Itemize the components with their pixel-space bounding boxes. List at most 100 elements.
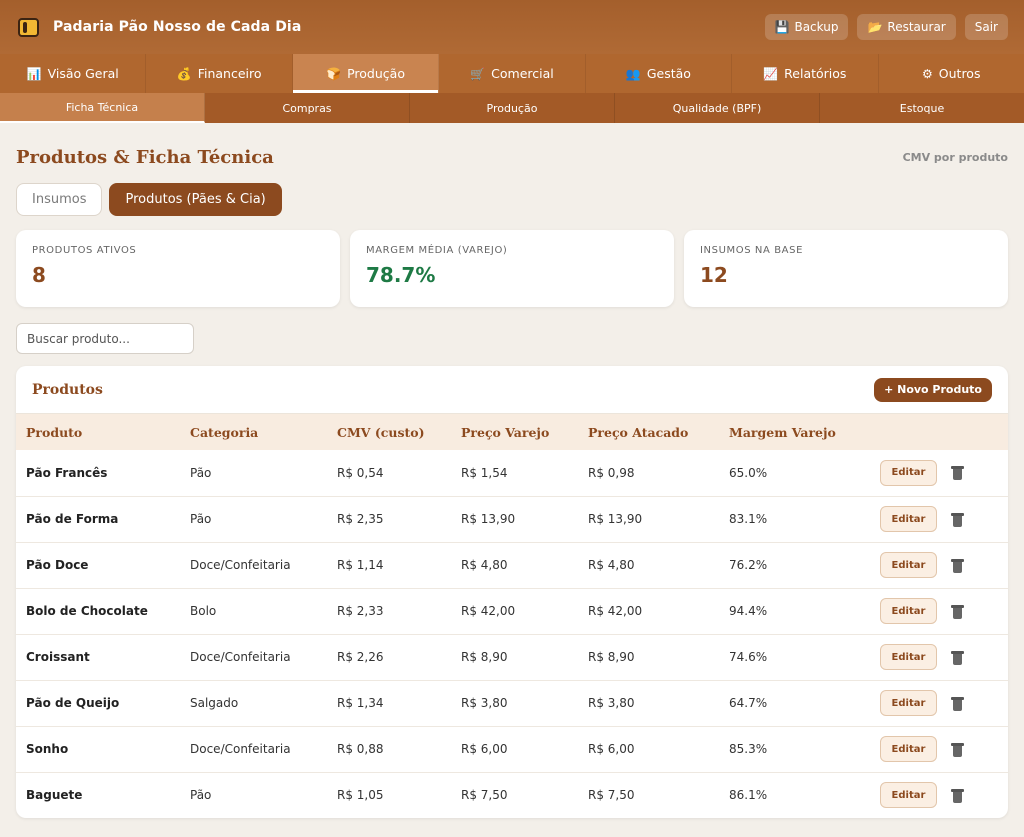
- logout-label: Sair: [974, 20, 998, 34]
- nav-tab-label: Relatórios: [784, 66, 847, 81]
- cell-categoria: Pão: [190, 788, 212, 803]
- cell-actions: Editar: [857, 588, 1008, 634]
- stat-card-margem-media: Margem Média (Varejo) 78.7%: [350, 230, 674, 307]
- cell-produto: Baguete: [26, 788, 83, 803]
- trend-chart-icon: 📈: [763, 66, 779, 81]
- cell-cmv: R$ 0,88: [337, 742, 384, 756]
- new-product-button[interactable]: + Novo Produto: [874, 377, 992, 402]
- cell-preco-varejo: R$ 3,80: [461, 696, 508, 710]
- cell-preco-atacado: R$ 8,90: [588, 650, 635, 664]
- edit-button[interactable]: Editar: [880, 506, 937, 532]
- search-input[interactable]: [16, 323, 194, 354]
- backup-button[interactable]: 💾 Backup: [764, 14, 849, 40]
- table-row: Croissant Doce/Confeitaria R$ 2,26 R$ 8,…: [16, 634, 1008, 680]
- edit-button[interactable]: Editar: [880, 736, 937, 762]
- table-row: Baguete Pão R$ 1,05 R$ 7,50 R$ 7,50 86.1…: [16, 772, 1008, 818]
- nav-tab-financeiro[interactable]: 💰 Financeiro: [146, 54, 293, 93]
- subtab-estoque[interactable]: Estoque: [820, 93, 1024, 123]
- cell-produto: Pão de Queijo: [26, 696, 120, 710]
- cell-categoria: Pão: [190, 512, 212, 526]
- nav-tab-label: Comercial: [491, 66, 554, 81]
- nav-tab-label: Produção: [347, 66, 405, 81]
- folder-icon: 📂: [867, 20, 883, 34]
- cell-produto: Croissant: [26, 650, 90, 664]
- trash-icon[interactable]: [951, 788, 964, 803]
- stat-value: 78.7%: [366, 263, 436, 287]
- edit-button[interactable]: Editar: [880, 459, 937, 486]
- cell-preco-varejo: R$ 8,90: [461, 650, 508, 664]
- cell-actions: Editar: [857, 680, 1008, 726]
- edit-button[interactable]: Editar: [880, 552, 937, 578]
- column-header-preco-varejo: Preço Varejo: [461, 424, 550, 440]
- money-bag-icon: 💰: [176, 66, 192, 81]
- table-row: Sonho Doce/Confeitaria R$ 0,88 R$ 6,00 R…: [16, 726, 1008, 772]
- subtab-ficha-tecnica[interactable]: Ficha Técnica: [0, 93, 205, 123]
- trash-icon[interactable]: [951, 650, 964, 665]
- bread-icon: [18, 17, 39, 37]
- cell-preco-varejo: R$ 7,50: [461, 788, 508, 803]
- trash-icon[interactable]: [951, 558, 964, 573]
- page-header: Produtos & Ficha Técnica CMV por produto: [16, 145, 1008, 169]
- stat-label: Insumos na Base: [700, 245, 803, 256]
- cell-produto: Pão Francês: [26, 465, 108, 480]
- cell-actions: Editar: [857, 450, 1008, 496]
- cell-preco-varejo: R$ 13,90: [461, 512, 516, 526]
- nav-tab-label: Financeiro: [197, 66, 262, 81]
- subtab-compras[interactable]: Compras: [205, 93, 410, 123]
- cell-preco-atacado: R$ 3,80: [588, 696, 635, 710]
- cell-preco-varejo: R$ 1,54: [461, 465, 508, 480]
- trash-icon[interactable]: [951, 512, 964, 527]
- page-title: Produtos & Ficha Técnica: [16, 146, 274, 168]
- nav-tab-gestao[interactable]: 👥 Gestão: [586, 54, 733, 93]
- edit-button[interactable]: Editar: [880, 782, 937, 809]
- cell-produto: Pão de Forma: [26, 512, 119, 526]
- people-icon: 👥: [625, 66, 641, 81]
- insumos-toggle-button[interactable]: Insumos: [16, 183, 103, 216]
- cell-produto: Pão Doce: [26, 558, 89, 572]
- nav-tab-comercial[interactable]: 🛒 Comercial: [439, 54, 586, 93]
- trash-icon[interactable]: [951, 604, 964, 619]
- restore-button[interactable]: 📂 Restaurar: [857, 14, 956, 40]
- edit-button[interactable]: Editar: [880, 690, 937, 716]
- cell-preco-atacado: R$ 0,98: [588, 465, 635, 480]
- page-meta: CMV por produto: [902, 150, 1008, 164]
- floppy-disk-icon: 💾: [774, 20, 790, 34]
- nav-tab-visao-geral[interactable]: 📊 Visão Geral: [0, 54, 147, 93]
- cell-cmv: R$ 1,34: [337, 696, 384, 710]
- trash-icon[interactable]: [951, 742, 964, 757]
- logout-button[interactable]: Sair: [964, 14, 1008, 40]
- cell-margem-varejo: 86.1%: [729, 788, 768, 803]
- cell-categoria: Salgado: [190, 696, 239, 710]
- trash-icon[interactable]: [951, 465, 964, 481]
- nav-tab-outros[interactable]: ⚙ Outros: [879, 54, 1024, 93]
- produtos-toggle-button[interactable]: Produtos (Pães & Cia): [109, 183, 282, 216]
- gear-icon: ⚙: [922, 66, 933, 81]
- edit-button[interactable]: Editar: [880, 598, 937, 624]
- subtab-qualidade[interactable]: Qualidade (BPF): [615, 93, 820, 123]
- cell-margem-varejo: 76.2%: [729, 558, 768, 572]
- nav-tab-label: Outros: [938, 66, 981, 81]
- cell-cmv: R$ 1,14: [337, 558, 384, 572]
- table-header-row: Produto Categoria CMV (custo) Preço Vare…: [16, 414, 1008, 450]
- trash-icon[interactable]: [951, 696, 964, 711]
- nav-tab-producao[interactable]: 🍞 Produção: [292, 54, 440, 93]
- cell-categoria: Doce/Confeitaria: [190, 742, 291, 756]
- cell-preco-atacado: R$ 42,00: [588, 604, 643, 618]
- column-header-margem-varejo: Margem Varejo: [729, 424, 836, 440]
- products-panel: Produtos + Novo Produto Produto Categori…: [16, 366, 1008, 818]
- subtab-producao[interactable]: Produção: [410, 93, 615, 123]
- cell-categoria: Doce/Confeitaria: [190, 650, 291, 664]
- cell-categoria: Bolo: [190, 604, 217, 618]
- restore-label: Restaurar: [887, 20, 946, 34]
- stat-card-produtos-ativos: Produtos Ativos 8: [16, 230, 340, 307]
- edit-button[interactable]: Editar: [880, 644, 937, 670]
- app-header: Padaria Pão Nosso de Cada Dia 💾 Backup 📂…: [0, 0, 1024, 54]
- cell-produto: Sonho: [26, 742, 69, 756]
- cell-preco-varejo: R$ 6,00: [461, 742, 508, 756]
- stat-label: Margem Média (Varejo): [366, 245, 508, 256]
- cart-icon: 🛒: [470, 66, 486, 81]
- panel-title: Produtos: [32, 381, 103, 398]
- nav-tab-relatorios[interactable]: 📈 Relatórios: [732, 54, 879, 93]
- backup-label: Backup: [794, 20, 839, 34]
- main-content: Produtos & Ficha Técnica CMV por produto…: [0, 145, 1024, 818]
